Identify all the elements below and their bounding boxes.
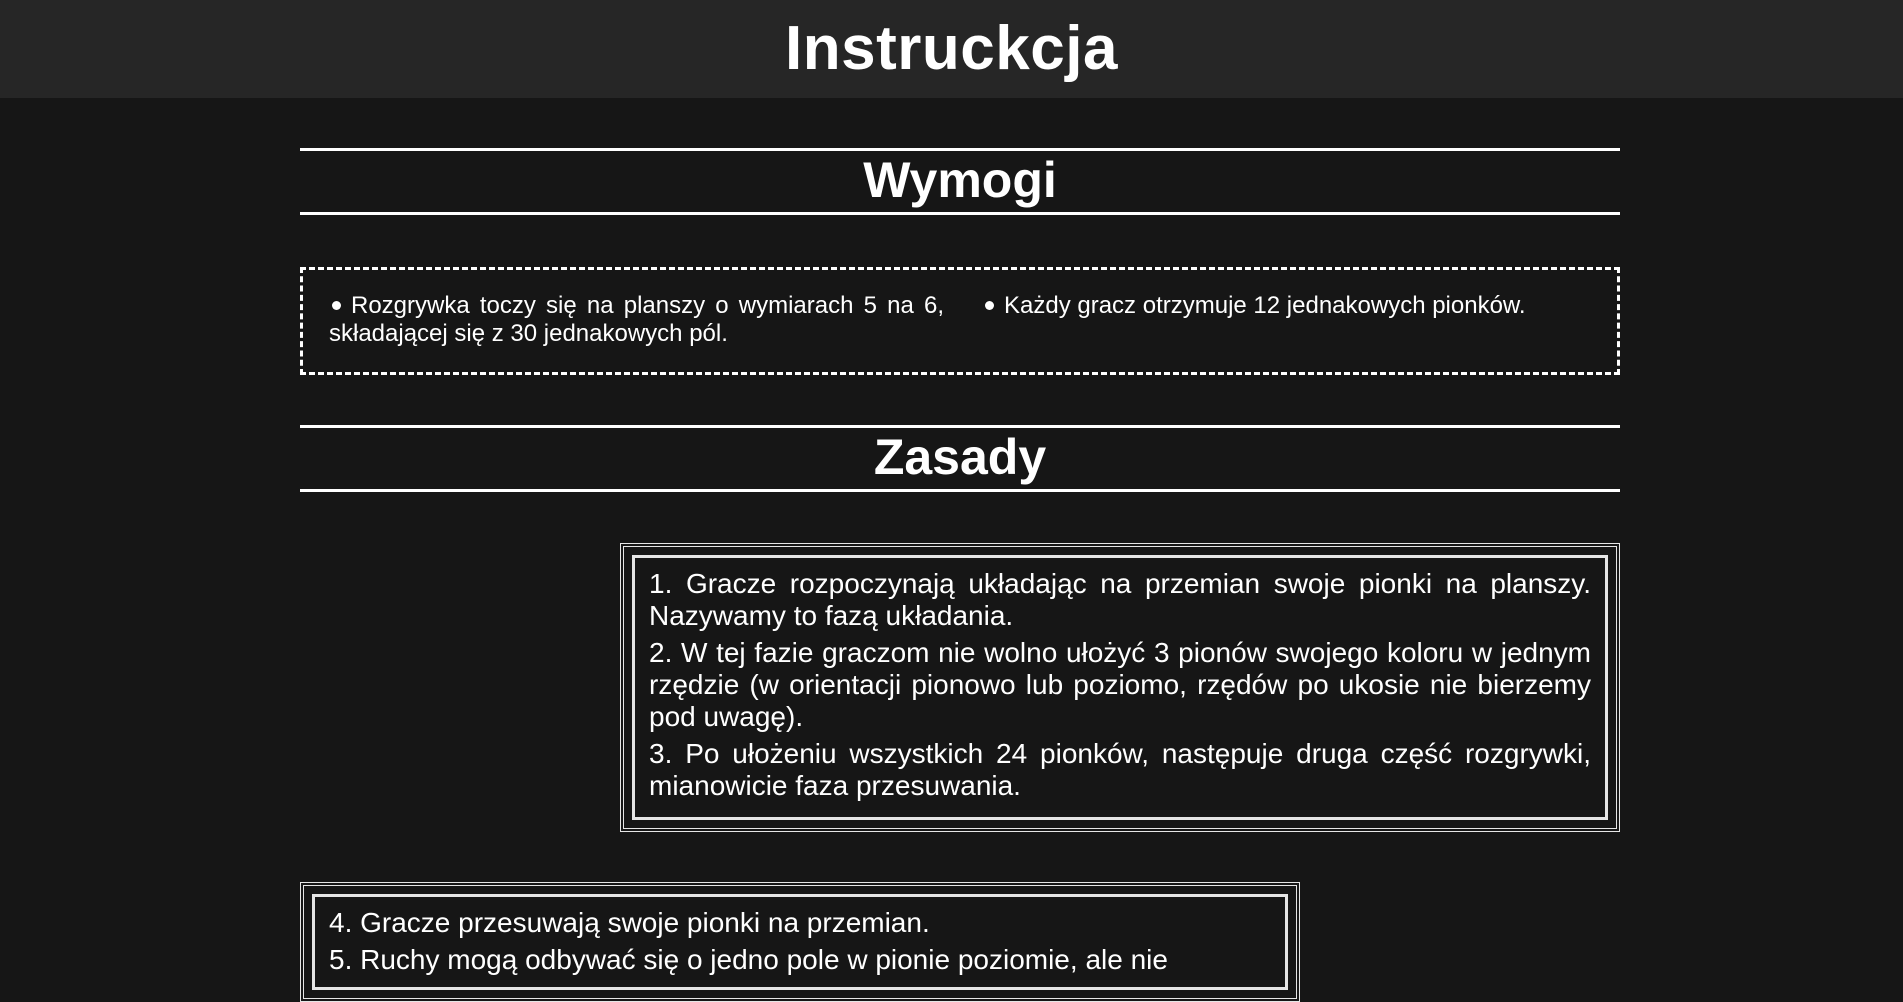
rule-item: 1. Gracze rozpoczynają układając na prze… — [649, 568, 1591, 631]
rule-item: 3. Po ułożeniu wszystkich 24 pionków, na… — [649, 738, 1591, 801]
rule-item: 5. Ruchy mogą odbywać się o jedno pole w… — [329, 944, 1168, 975]
rules-title: Zasady — [873, 429, 1047, 485]
requirement-item: Rozgrywka toczy się na planszy o wymiara… — [329, 292, 944, 347]
rule-item: 4. Gracze przesuwają swoje pionki na prz… — [329, 907, 930, 938]
page-title: Instruckcja — [785, 14, 1118, 83]
section-heading-requirements: Wymogi — [300, 148, 1620, 215]
bullet-icon — [332, 300, 341, 310]
requirements-title: Wymogi — [863, 152, 1057, 208]
section-heading-rules: Zasady — [300, 425, 1620, 492]
requirements-list: Rozgrywka toczy się na planszy o wymiara… — [300, 267, 1620, 375]
rule-item: 2. W tej fazie graczom nie wolno ułożyć … — [649, 637, 1591, 732]
rules-box-inner: 4. Gracze przesuwają swoje pionki na prz… — [312, 894, 1288, 990]
bullet-icon — [985, 300, 994, 310]
requirement-item: Każdy gracz otrzymuje 12 jednakowych pio… — [982, 292, 1572, 372]
rules-box-inner: 1. Gracze rozpoczynają układając na prze… — [632, 555, 1608, 820]
page-header: Instruckcja — [0, 0, 1903, 98]
rules-box-1: 1. Gracze rozpoczynają układając na prze… — [620, 543, 1620, 832]
rules-box-2: 4. Gracze przesuwają swoje pionki na prz… — [300, 882, 1300, 1002]
